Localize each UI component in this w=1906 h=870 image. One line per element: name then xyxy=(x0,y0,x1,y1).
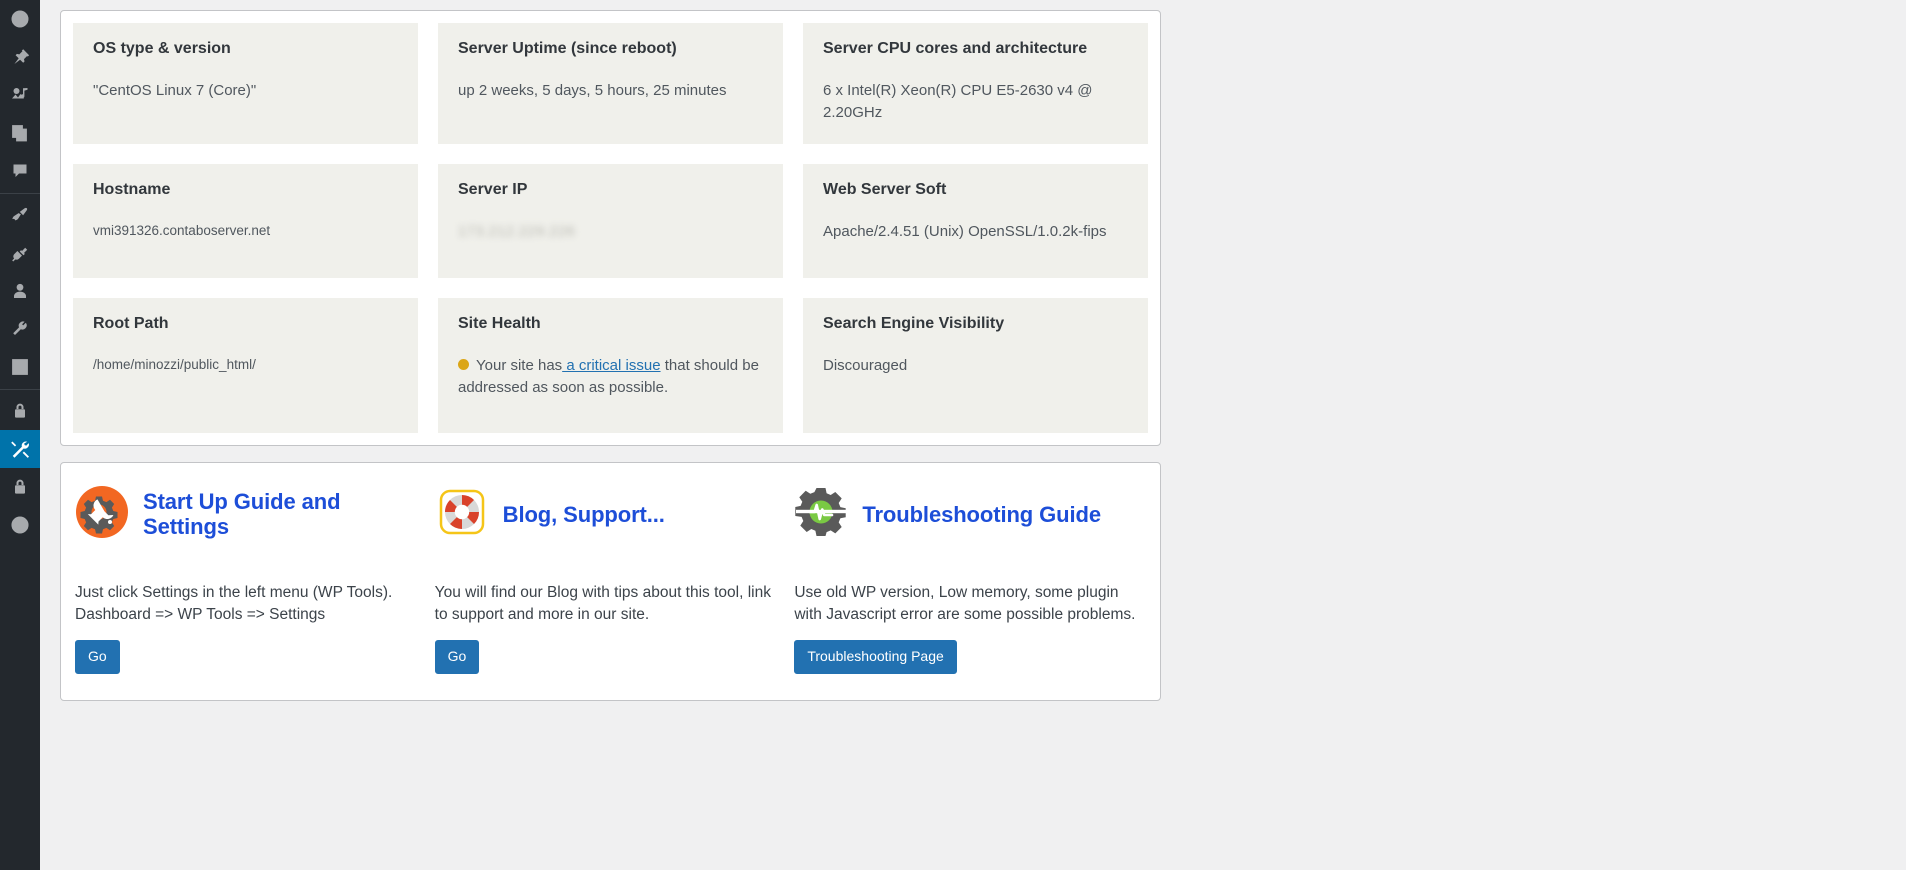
critical-issue-link[interactable]: a critical issue xyxy=(562,357,660,374)
guide-column-startup: Start Up Guide and Settings Just click S… xyxy=(73,485,429,673)
sidebar-item-comments[interactable] xyxy=(0,152,40,190)
server-info-grid: OS type & version "CentOS Linux 7 (Core)… xyxy=(61,11,1160,445)
sliders-icon xyxy=(10,357,30,377)
info-card-title: Server Uptime (since reboot) xyxy=(458,39,763,58)
separator-line xyxy=(0,389,40,390)
info-card-os: OS type & version "CentOS Linux 7 (Core)… xyxy=(73,23,418,144)
hammer-wrench-icon xyxy=(9,438,31,460)
guide-header: Troubleshooting Guide xyxy=(794,485,1138,544)
info-card-web-server: Web Server Soft Apache/2.4.51 (Unix) Ope… xyxy=(803,164,1148,278)
content-area: OS type & version "CentOS Linux 7 (Core)… xyxy=(40,0,1906,870)
info-card-value: 6 x Intel(R) Xeon(R) CPU E5-2630 v4 @ 2.… xyxy=(823,80,1128,124)
guides-panel: Start Up Guide and Settings Just click S… xyxy=(60,462,1161,700)
content-body: OS type & version "CentOS Linux 7 (Core)… xyxy=(40,0,1906,701)
status-badge xyxy=(458,359,469,370)
info-card-title: Server IP xyxy=(458,180,763,199)
user-icon xyxy=(10,281,30,301)
lock-icon xyxy=(10,477,30,497)
sidebar-item-pages[interactable] xyxy=(0,114,40,152)
site-health-message: Your site has a critical issue that shou… xyxy=(458,355,763,399)
sidebar-item-users[interactable] xyxy=(0,272,40,310)
guide-body: You will find our Blog with tips about t… xyxy=(435,582,779,626)
info-card-title: Web Server Soft xyxy=(823,180,1128,199)
info-card-search-visibility: Search Engine Visibility Discouraged xyxy=(803,298,1148,434)
guide-go-button[interactable]: Go xyxy=(435,640,480,673)
pin-icon xyxy=(10,47,30,67)
guide-troubleshooting-button[interactable]: Troubleshooting Page xyxy=(794,640,956,673)
info-card-value: "CentOS Linux 7 (Core)" xyxy=(93,80,398,102)
admin-sidebar xyxy=(0,0,40,870)
site-health-text-before: Your site has xyxy=(476,357,562,374)
paintbrush-icon xyxy=(10,205,30,225)
guide-title: Troubleshooting Guide xyxy=(862,503,1101,528)
play-circle-icon xyxy=(10,515,30,535)
info-card-value: Discouraged xyxy=(823,355,1128,377)
server-info-panel: OS type & version "CentOS Linux 7 (Core)… xyxy=(60,10,1161,446)
info-card-value-redacted: 173.212.229.226 xyxy=(458,221,763,243)
sidebar-item-settings[interactable] xyxy=(0,348,40,386)
info-card-title: Site Health xyxy=(458,314,763,333)
info-card-cpu: Server CPU cores and architecture 6 x In… xyxy=(803,23,1148,144)
sidebar-item-wp-tools[interactable] xyxy=(0,430,40,468)
plug-icon xyxy=(10,243,30,263)
lifebuoy-icon xyxy=(435,485,489,544)
sidebar-item-lock-secondary[interactable] xyxy=(0,468,40,506)
info-card-value: up 2 weeks, 5 days, 5 hours, 25 minutes xyxy=(458,80,763,102)
info-card-site-health: Site Health Your site has a critical iss… xyxy=(438,298,783,434)
guide-body: Use old WP version, Low memory, some plu… xyxy=(794,582,1138,626)
info-card-root-path: Root Path /home/minozzi/public_html/ xyxy=(73,298,418,434)
sidebar-item-plugins[interactable] xyxy=(0,234,40,272)
gear-pulse-icon xyxy=(794,485,848,544)
info-card-value: /home/minozzi/public_html/ xyxy=(93,355,398,375)
info-card-uptime: Server Uptime (since reboot) up 2 weeks,… xyxy=(438,23,783,144)
sidebar-item-tools[interactable] xyxy=(0,310,40,348)
guide-header: Blog, Support... xyxy=(435,485,779,544)
sidebar-item-posts[interactable] xyxy=(0,38,40,76)
info-card-title: Search Engine Visibility xyxy=(823,314,1128,333)
guide-go-button[interactable]: Go xyxy=(75,640,120,673)
sidebar-item-media-player[interactable] xyxy=(0,506,40,544)
lock-icon xyxy=(10,401,30,421)
dashboard-icon xyxy=(10,9,30,29)
guide-title: Blog, Support... xyxy=(503,503,665,528)
info-card-title: Root Path xyxy=(93,314,398,333)
guides-grid: Start Up Guide and Settings Just click S… xyxy=(61,463,1160,699)
info-card-title: OS type & version xyxy=(93,39,398,58)
comment-icon xyxy=(10,161,30,181)
guide-column-troubleshooting: Troubleshooting Guide Use old WP version… xyxy=(792,485,1148,673)
sidebar-item-dashboard[interactable] xyxy=(0,0,40,38)
guide-title: Start Up Guide and Settings xyxy=(143,490,419,539)
info-card-server-ip: Server IP 173.212.229.226 xyxy=(438,164,783,278)
guide-body: Just click Settings in the left menu (WP… xyxy=(75,582,419,626)
info-card-title: Server CPU cores and architecture xyxy=(823,39,1128,58)
info-card-value: vmi391326.contaboserver.net xyxy=(93,221,398,241)
wrench-icon xyxy=(10,319,30,339)
info-card-hostname: Hostname vmi391326.contaboserver.net xyxy=(73,164,418,278)
sidebar-item-appearance[interactable] xyxy=(0,196,40,234)
pages-icon xyxy=(10,123,30,143)
sidebar-item-security[interactable] xyxy=(0,392,40,430)
separator-line xyxy=(0,193,40,194)
wrench-gear-icon xyxy=(75,485,129,544)
guide-header: Start Up Guide and Settings xyxy=(75,485,419,544)
guide-column-blog-support: Blog, Support... You will find our Blog … xyxy=(433,485,789,673)
sidebar-item-media[interactable] xyxy=(0,76,40,114)
info-card-title: Hostname xyxy=(93,180,398,199)
media-icon xyxy=(10,85,30,105)
info-card-value: Apache/2.4.51 (Unix) OpenSSL/1.0.2k-fips xyxy=(823,221,1128,243)
